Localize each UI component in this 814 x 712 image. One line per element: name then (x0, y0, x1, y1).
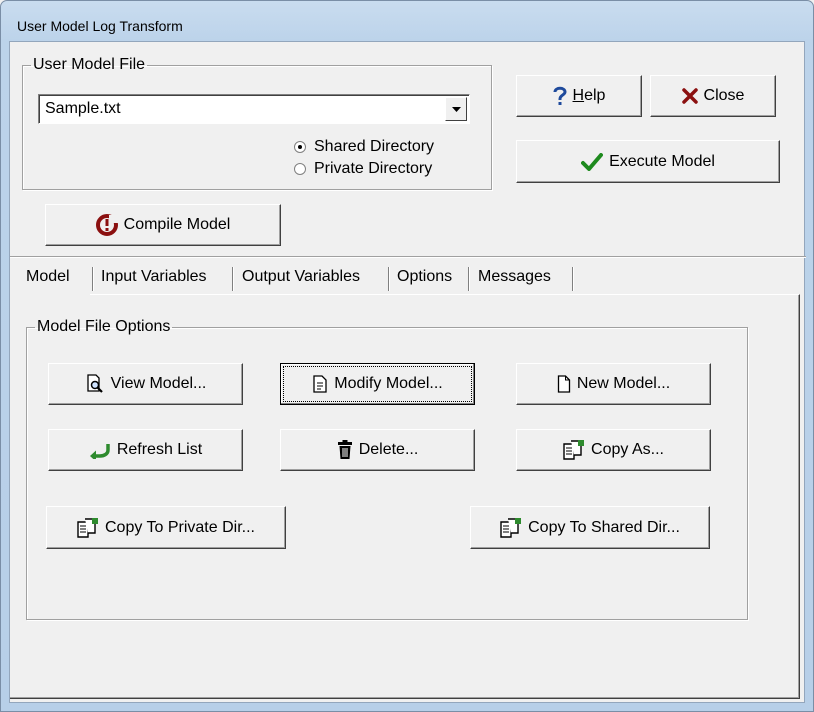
delete-label: Delete... (358, 441, 419, 458)
new-model-label: New Model... (576, 375, 671, 392)
compile-label: Compile Model (123, 216, 231, 233)
edit-document-icon (313, 375, 327, 393)
copy-to-private-dir-label: Copy To Private Dir... (105, 518, 255, 536)
tab-separator (232, 267, 234, 291)
dialog-client-area: User Model File Sample.txt Shared Direct… (9, 41, 806, 703)
compile-icon (95, 214, 118, 236)
dropdown-arrow-button[interactable] (445, 97, 467, 121)
view-model-button[interactable]: View Model... (48, 363, 243, 405)
refresh-list-button[interactable]: Refresh List (48, 429, 243, 471)
copy-to-shared-dir-button[interactable]: Copy To Shared Dir... (470, 506, 710, 549)
close-button[interactable]: Close (650, 75, 776, 117)
tab-options[interactable]: Options (397, 262, 452, 294)
tab-separator (92, 267, 94, 291)
radio-shared-directory[interactable]: Shared Directory (294, 138, 434, 156)
radio-shared-label: Shared Directory (314, 138, 435, 155)
radio-private-indicator[interactable] (294, 163, 306, 175)
tab-model[interactable]: Model (26, 262, 70, 294)
tab-separator (388, 267, 390, 291)
tab-messages[interactable]: Messages (478, 262, 551, 294)
tab-separator (468, 267, 470, 291)
modify-model-button[interactable]: Modify Model... (280, 363, 475, 405)
compile-model-button[interactable]: Compile Model (45, 204, 281, 246)
copy-as-button[interactable]: Copy As... (516, 429, 711, 471)
x-icon (681, 88, 698, 104)
execute-label: Execute Model (609, 152, 715, 170)
delete-button[interactable]: Delete... (280, 429, 475, 471)
model-file-options-legend: Model File Options (37, 318, 171, 335)
chevron-down-icon (451, 106, 461, 112)
copy-as-label: Copy As... (591, 441, 664, 458)
copy-to-shared-dir-label: Copy To Shared Dir... (528, 518, 680, 536)
refresh-list-label: Refresh List (116, 441, 203, 458)
tab-output-variables[interactable]: Output Variables (242, 262, 360, 294)
view-model-label: View Model... (110, 375, 207, 392)
tab-input-variables[interactable]: Input Variables (101, 262, 207, 294)
checkmark-icon (581, 152, 604, 171)
user-model-file-legend: User Model File (33, 56, 146, 73)
radio-private-label: Private Directory (314, 160, 433, 177)
radio-private-directory[interactable]: Private Directory (294, 160, 432, 178)
copy-documents-icon (77, 517, 98, 538)
execute-model-button[interactable]: Execute Model (516, 140, 780, 183)
tab-separator (572, 267, 574, 291)
help-button[interactable]: Help (516, 75, 642, 117)
trash-icon (337, 440, 352, 459)
copy-documents-icon (500, 517, 522, 538)
close-label: Close (703, 87, 745, 104)
model-file-dropdown[interactable]: Sample.txt (38, 94, 470, 124)
question-icon (553, 86, 567, 105)
copy-to-private-dir-button[interactable]: Copy To Private Dir... (46, 506, 286, 549)
radio-shared-indicator[interactable] (294, 141, 306, 153)
window-title: User Model Log Transform (17, 18, 183, 34)
refresh-arrow-icon (89, 444, 110, 459)
help-label: Help (572, 87, 606, 104)
model-file-dropdown-value: Sample.txt (45, 100, 121, 117)
dialog-window: User Model Log Transform User Model File… (0, 0, 814, 712)
new-model-button[interactable]: New Model... (516, 363, 711, 405)
copy-documents-icon (563, 440, 585, 460)
magnifier-document-icon (86, 374, 103, 393)
tab-strip-separator (10, 256, 806, 257)
modify-model-label: Modify Model... (334, 375, 443, 392)
new-document-icon (557, 375, 570, 393)
